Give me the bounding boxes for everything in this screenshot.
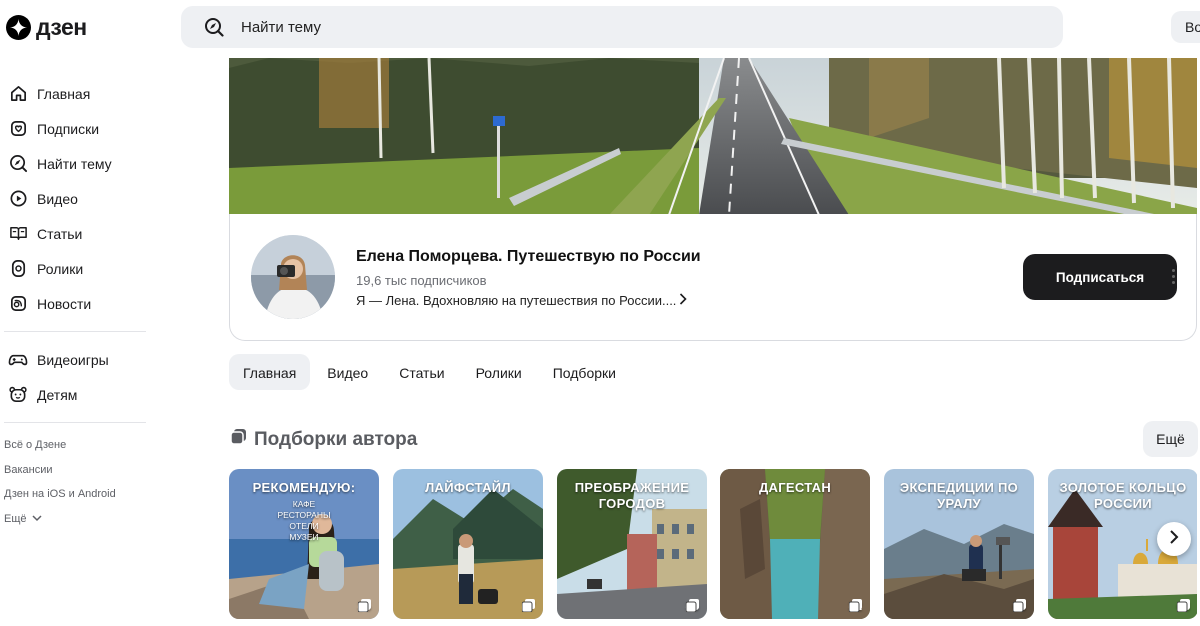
sidebar-item-label: Новости bbox=[37, 295, 92, 312]
section-title: Подборки автора bbox=[254, 428, 418, 450]
sidebar-item-video[interactable]: Видео bbox=[0, 181, 150, 216]
sidebar-item-label: Главная bbox=[37, 85, 91, 102]
chevron-right-icon bbox=[1169, 529, 1179, 550]
sidebar-divider bbox=[4, 422, 146, 423]
sidebar-item-news[interactable]: Новости bbox=[0, 286, 150, 321]
sidebar-item-articles[interactable]: Статьи bbox=[0, 216, 150, 251]
section-header: Подборки автора bbox=[230, 428, 417, 451]
top-right-button[interactable]: Во bbox=[1171, 11, 1200, 43]
channel-profile-card: Елена Поморцева. Путешествую по России 1… bbox=[229, 214, 1197, 341]
collection-count-icon bbox=[1176, 599, 1190, 612]
sidebar-item-label: Видео bbox=[37, 190, 78, 207]
more-options-icon[interactable] bbox=[1166, 264, 1180, 288]
collection-card[interactable]: ПРЕОБРАЖЕНИЕ ГОРОДОВ 35 bbox=[557, 469, 707, 619]
dzen-star-icon bbox=[6, 15, 31, 40]
channel-name[interactable]: Елена Поморцева. Путешествую по России bbox=[356, 248, 701, 266]
tab-collections[interactable]: Подборки bbox=[539, 354, 630, 390]
card-title: ЭКСПЕДИЦИИ ПО УРАЛУ bbox=[899, 480, 1019, 511]
channel-description-text: Я — Лена. Вдохновляю на путешествия по Р… bbox=[356, 293, 677, 308]
home-icon bbox=[8, 84, 28, 104]
card-title: ПРЕОБРАЖЕНИЕ ГОРОДОВ bbox=[574, 480, 690, 511]
channel-description[interactable]: Я — Лена. Вдохновляю на путешествия по Р… bbox=[356, 293, 688, 308]
carousel-next-button[interactable] bbox=[1157, 522, 1191, 556]
sidebar-item-label: Ролики bbox=[37, 260, 84, 277]
footer-link-vacancies[interactable]: Вакансии bbox=[0, 458, 150, 483]
footer-more-label: Ещё bbox=[4, 512, 27, 525]
news-icon bbox=[8, 294, 28, 314]
book-icon bbox=[8, 224, 28, 244]
tab-video[interactable]: Видео bbox=[313, 354, 382, 390]
subscriptions-icon bbox=[8, 119, 28, 139]
video-icon bbox=[8, 189, 28, 209]
compass-icon bbox=[8, 154, 28, 174]
card-count: 66 bbox=[1012, 599, 1026, 613]
gamepad-icon bbox=[8, 350, 28, 370]
channel-tabs: Главная Видео Статьи Ролики Подборки bbox=[229, 354, 633, 390]
chevron-down-icon bbox=[31, 507, 42, 532]
collection-card[interactable]: ЭКСПЕДИЦИИ ПО УРАЛУ 66 bbox=[884, 469, 1034, 619]
sidebar-item-label: Найти тему bbox=[37, 155, 112, 172]
collection-count-icon bbox=[848, 599, 862, 612]
tab-articles[interactable]: Статьи bbox=[385, 354, 458, 390]
collection-icon bbox=[230, 428, 247, 451]
card-subtitle-line: РЕСТОРАНЫ bbox=[277, 510, 331, 520]
card-subtitle-line: МУЗЕИ bbox=[289, 532, 319, 542]
card-count: 68 bbox=[1176, 599, 1190, 613]
card-count: 35 bbox=[357, 599, 371, 613]
card-subtitle: КАФЕ РЕСТОРАНЫ ОТЕЛИ МУЗЕИ bbox=[235, 499, 373, 543]
compass-search-icon bbox=[203, 16, 225, 38]
card-count: 17 bbox=[521, 599, 535, 613]
collection-card[interactable]: ЛАЙФСТАЙЛ 17 bbox=[393, 469, 543, 619]
sidebar-item-videogames[interactable]: Видеоигры bbox=[0, 342, 150, 377]
subscribe-button[interactable]: Подписаться bbox=[1023, 254, 1177, 300]
sidebar-divider bbox=[4, 331, 146, 332]
logo-text: дзен bbox=[36, 14, 87, 40]
sidebar-item-home[interactable]: Главная bbox=[0, 76, 150, 111]
dzen-logo[interactable]: дзен bbox=[6, 14, 87, 41]
subscriber-count: 19,6 тыс подписчиков bbox=[356, 273, 487, 288]
footer-link-apps[interactable]: Дзен на iOS и Android bbox=[0, 482, 150, 507]
shorts-icon bbox=[8, 259, 28, 279]
search-input[interactable]: Найти тему bbox=[241, 19, 321, 36]
sidebar: Главная Подписки Найти тему Видео Статьи… bbox=[0, 76, 150, 531]
card-count: 35 bbox=[685, 599, 699, 613]
sidebar-item-kids[interactable]: Детям bbox=[0, 377, 150, 412]
collection-count-icon bbox=[1012, 599, 1026, 612]
card-subtitle-line: ОТЕЛИ bbox=[289, 521, 319, 531]
sidebar-item-shorts[interactable]: Ролики bbox=[0, 251, 150, 286]
collection-count-icon bbox=[521, 599, 535, 612]
tab-main[interactable]: Главная bbox=[229, 354, 311, 390]
collection-card[interactable]: РЕКОМЕНДУЮ: КАФЕ РЕСТОРАНЫ ОТЕЛИ МУЗЕИ 3… bbox=[229, 469, 379, 619]
kids-icon bbox=[8, 385, 28, 405]
card-title: ЛАЙФСТАЙЛ bbox=[425, 480, 511, 495]
card-subtitle-line: КАФЕ bbox=[292, 499, 316, 509]
footer-more-button[interactable]: Ещё bbox=[0, 507, 150, 532]
card-title: ДАГЕСТАН bbox=[758, 480, 832, 495]
collection-count-icon bbox=[685, 599, 699, 612]
sidebar-item-label: Подписки bbox=[37, 120, 100, 137]
sidebar-item-label: Статьи bbox=[37, 225, 83, 242]
card-title: ЗОЛОТОЕ КОЛЬЦО РОССИИ bbox=[1059, 480, 1187, 511]
collection-count-icon bbox=[357, 599, 371, 612]
sidebar-item-label: Видеоигры bbox=[37, 351, 109, 368]
channel-avatar[interactable] bbox=[251, 235, 335, 319]
card-count: 32 bbox=[848, 599, 862, 613]
channel-banner bbox=[229, 58, 1197, 215]
collection-card[interactable]: ДАГЕСТАН 32 bbox=[720, 469, 870, 619]
sidebar-item-label: Детям bbox=[37, 386, 78, 403]
chevron-right-icon bbox=[679, 293, 688, 308]
footer-link-about[interactable]: Всё о Дзене bbox=[0, 433, 150, 458]
sidebar-item-find-topic[interactable]: Найти тему bbox=[0, 146, 150, 181]
search-bar[interactable]: Найти тему bbox=[181, 6, 1063, 48]
more-collections-button[interactable]: Ещё bbox=[1143, 421, 1198, 457]
tab-shorts[interactable]: Ролики bbox=[462, 354, 536, 390]
card-title: РЕКОМЕНДУЮ: bbox=[252, 480, 356, 495]
sidebar-item-subscriptions[interactable]: Подписки bbox=[0, 111, 150, 146]
collections-carousel: РЕКОМЕНДУЮ: КАФЕ РЕСТОРАНЫ ОТЕЛИ МУЗЕИ 3… bbox=[229, 469, 1197, 619]
